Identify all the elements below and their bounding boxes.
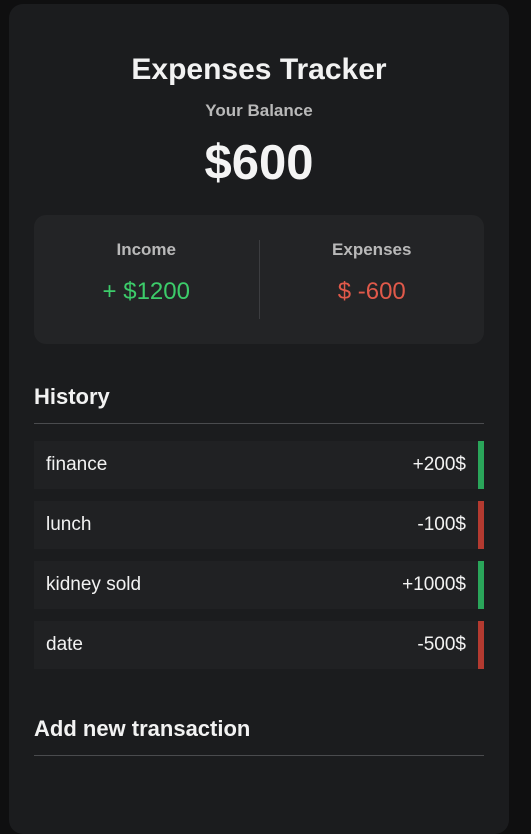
income-value: + $1200	[102, 278, 190, 305]
history-item-name: date	[46, 634, 83, 655]
expense-indicator	[478, 621, 484, 669]
history-item-amount: -500$	[417, 634, 466, 655]
page-title: Expenses Tracker	[131, 53, 387, 86]
history-item[interactable]: date -500$	[34, 621, 484, 669]
history-item[interactable]: lunch -100$	[34, 501, 484, 549]
expenses-label: Expenses	[332, 240, 412, 259]
balance-label: Your Balance	[205, 101, 313, 120]
income-summary: Income + $1200	[34, 240, 259, 319]
history-title: History	[34, 384, 484, 424]
expenses-summary: Expenses $ -600	[260, 240, 485, 319]
income-indicator	[478, 441, 484, 489]
income-indicator	[478, 561, 484, 609]
income-expense-summary: Income + $1200 Expenses $ -600	[34, 215, 484, 344]
expenses-value: $ -600	[337, 278, 406, 305]
history-item[interactable]: kidney sold +1000$	[34, 561, 484, 609]
expense-indicator	[478, 501, 484, 549]
history-item-name: kidney sold	[46, 574, 142, 595]
history-item-amount: +200$	[412, 454, 466, 475]
history-item[interactable]: finance +200$	[34, 441, 484, 489]
balance-value: $600	[204, 136, 314, 190]
history-item-name: lunch	[46, 514, 92, 535]
expense-tracker-app: Expenses Tracker Your Balance $600 Incom…	[9, 4, 509, 834]
add-transaction-title: Add new transaction	[34, 716, 484, 756]
history-item-amount: -100$	[417, 514, 466, 535]
history-list: finance +200$ lunch -100$ kidney sold +1…	[34, 441, 484, 669]
history-item-name: finance	[46, 454, 108, 475]
income-label: Income	[116, 240, 177, 259]
history-item-amount: +1000$	[402, 574, 466, 595]
